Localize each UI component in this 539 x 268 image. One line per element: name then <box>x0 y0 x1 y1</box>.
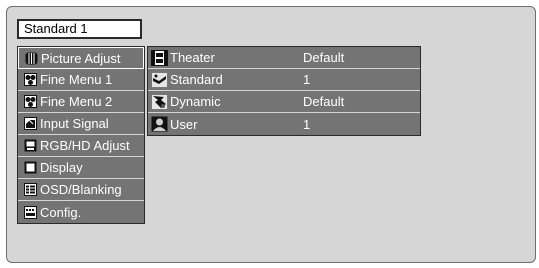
sidebar-item-input-signal[interactable]: Input Signal <box>18 113 144 135</box>
mode-name: Theater <box>170 50 215 65</box>
display-icon <box>24 161 37 174</box>
sidebar-item-display[interactable]: Display <box>18 157 144 179</box>
input-signal-icon <box>24 117 37 130</box>
picture-mode-list: Theater Default Standard 1 Dynamic Defau… <box>147 46 421 136</box>
mode-value: Default <box>303 94 345 109</box>
dynamic-mode-icon <box>151 93 168 110</box>
mode-value: 1 <box>303 116 311 132</box>
sidebar-item-label: Input Signal <box>40 116 109 131</box>
mode-row-standard[interactable]: Standard 1 <box>148 69 420 91</box>
sidebar-item-label: Display <box>40 160 83 175</box>
fine-menu-icon <box>24 95 37 108</box>
sidebar-item-label: Picture Adjust <box>41 50 121 66</box>
sidebar-menu: Picture Adjust Fine Menu 1 Fine Menu 2 I… <box>17 46 145 224</box>
sidebar-item-label: Fine Menu 1 <box>40 72 113 87</box>
user-icon <box>151 116 168 132</box>
mode-name: User <box>170 116 198 132</box>
mode-value: 1 <box>303 72 311 87</box>
sidebar-item-fine-menu-1[interactable]: Fine Menu 1 <box>18 69 144 91</box>
fine-menu-icon <box>24 73 37 86</box>
mode-row-dynamic[interactable]: Dynamic Default <box>148 91 420 113</box>
sidebar-item-label: OSD/Blanking <box>40 182 122 197</box>
osd-menu-frame: Standard 1 Picture Adjust Fine Menu 1 Fi… <box>6 6 536 263</box>
mode-row-theater[interactable]: Theater Default <box>148 47 420 69</box>
sidebar-item-label: RGB/HD Adjust <box>40 138 130 153</box>
picture-adjust-icon <box>25 52 38 65</box>
osd-icon <box>24 183 37 196</box>
page-title: Standard 1 <box>17 19 142 39</box>
sidebar-item-rgb-hd-adjust[interactable]: RGB/HD Adjust <box>18 135 144 157</box>
sidebar-item-fine-menu-2[interactable]: Fine Menu 2 <box>18 91 144 113</box>
sidebar-item-label: Fine Menu 2 <box>40 94 113 109</box>
sidebar-item-osd-blanking[interactable]: OSD/Blanking <box>18 179 144 201</box>
mode-row-user[interactable]: User 1 <box>148 113 420 135</box>
sidebar-item-label: Config. <box>40 204 82 220</box>
mode-value: Default <box>303 50 345 65</box>
mode-name: Standard <box>170 72 223 87</box>
film-icon <box>151 49 168 66</box>
mode-name: Dynamic <box>170 94 221 109</box>
config-icon <box>24 205 37 219</box>
standard-mode-icon <box>151 71 168 88</box>
sidebar-item-picture-adjust[interactable]: Picture Adjust <box>18 47 144 69</box>
sidebar-item-config[interactable]: Config. <box>18 201 144 223</box>
monitor-icon <box>24 139 37 152</box>
